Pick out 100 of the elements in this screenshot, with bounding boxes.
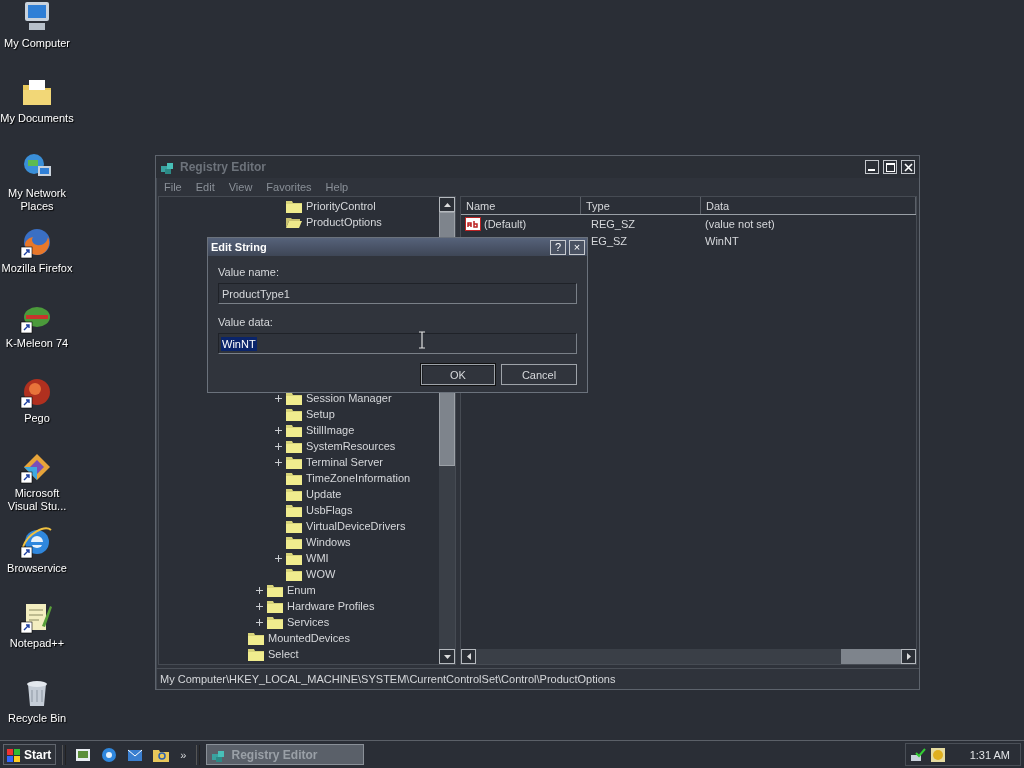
field-label: Value name: bbox=[218, 266, 280, 280]
field-value: ProductType1 bbox=[221, 286, 291, 301]
plus-icon[interactable] bbox=[275, 554, 282, 562]
folder-icon bbox=[286, 567, 302, 581]
tree-item[interactable]: PriorityControl bbox=[159, 198, 439, 214]
folder-icon bbox=[286, 551, 302, 565]
icon-label: K-Meleon 74 bbox=[5, 337, 69, 350]
folder-icon bbox=[248, 647, 264, 661]
plus-icon[interactable] bbox=[256, 602, 263, 610]
icon-label: Browservice bbox=[7, 562, 67, 575]
folder-icon bbox=[267, 599, 283, 613]
folder-icon bbox=[286, 487, 302, 501]
globe-icon[interactable] bbox=[100, 745, 119, 764]
folder-icon bbox=[286, 455, 302, 469]
icon-label: Mozilla Firefox bbox=[1, 262, 73, 275]
folder-icon bbox=[286, 535, 302, 549]
close-button[interactable] bbox=[901, 160, 915, 174]
tree-item[interactable]: Windows bbox=[159, 534, 439, 550]
clock: 1:31 AM bbox=[969, 748, 1010, 761]
dialog-title: Edit String bbox=[211, 241, 268, 253]
plus-icon[interactable] bbox=[275, 442, 282, 450]
menu-item[interactable]: Edit bbox=[195, 181, 215, 193]
right-arrow-icon bbox=[906, 653, 911, 660]
input-field[interactable]: ProductType1 bbox=[218, 283, 577, 304]
down-arrow-icon bbox=[443, 654, 451, 659]
globe-icon[interactable] bbox=[20, 525, 54, 559]
tree-item[interactable]: Select bbox=[159, 646, 439, 662]
table-cell: REG_SZ bbox=[591, 217, 635, 230]
plus-icon[interactable] bbox=[256, 618, 263, 626]
open-folder-icon bbox=[286, 215, 302, 229]
icon-label: Microsoft Visual Stu... bbox=[6, 487, 68, 513]
folder-icon bbox=[286, 519, 302, 533]
scroll-up-button[interactable] bbox=[439, 197, 455, 212]
icon-label: Recycle Bin bbox=[7, 712, 67, 725]
tree-item[interactable]: MountedDevices bbox=[159, 630, 439, 646]
folder-icon bbox=[267, 583, 283, 597]
plus-icon[interactable] bbox=[256, 586, 263, 594]
field-label: Value data: bbox=[218, 316, 274, 330]
tree-item[interactable]: Update bbox=[159, 486, 439, 502]
tree-item[interactable]: SystemResources bbox=[159, 438, 439, 454]
folder-icon bbox=[286, 471, 302, 485]
icon-label: My Network Places bbox=[6, 187, 68, 213]
more-button[interactable]: » bbox=[180, 748, 187, 761]
menu-item[interactable]: Help bbox=[325, 181, 349, 193]
dialog-button[interactable]: Cancel bbox=[501, 364, 577, 385]
folder-icon bbox=[248, 631, 264, 645]
left-arrow-icon bbox=[466, 653, 471, 660]
text-cursor-icon bbox=[418, 331, 426, 349]
folder-icon bbox=[286, 503, 302, 517]
plus-icon[interactable] bbox=[275, 458, 282, 466]
flag-icon bbox=[6, 746, 22, 763]
scroll-down-button[interactable] bbox=[439, 649, 455, 664]
input-field[interactable]: WinNT bbox=[218, 333, 577, 354]
icon-label: Pego bbox=[24, 412, 50, 425]
icon-label: My Computer bbox=[4, 37, 70, 50]
folder-icon bbox=[267, 615, 283, 629]
menu-item[interactable]: File bbox=[164, 181, 182, 193]
folder-icon bbox=[286, 199, 302, 213]
maximize-button[interactable] bbox=[883, 160, 897, 174]
tree-item[interactable]: WMI bbox=[159, 550, 439, 566]
plus-icon[interactable] bbox=[275, 426, 282, 434]
up-arrow-icon bbox=[443, 202, 451, 207]
start-button[interactable]: Start bbox=[3, 744, 57, 765]
scrollbar-thumb[interactable] bbox=[841, 649, 901, 664]
scroll-right-button[interactable] bbox=[901, 649, 916, 664]
table-cell: (value not set) bbox=[705, 217, 775, 230]
tree-item[interactable]: ProductOptions bbox=[159, 214, 439, 230]
icon-label: Notepad++ bbox=[9, 637, 65, 650]
field-value: WinNT bbox=[221, 336, 257, 351]
string-value-icon bbox=[465, 216, 481, 231]
tree-item[interactable]: Enum bbox=[159, 582, 439, 598]
folder-icon bbox=[286, 423, 302, 437]
scroll-left-button[interactable] bbox=[461, 649, 476, 664]
table-cell: WinNT bbox=[705, 234, 739, 247]
folder-icon bbox=[286, 439, 302, 453]
help-button[interactable]: ? bbox=[550, 239, 566, 255]
tree-item[interactable]: UsbFlags bbox=[159, 502, 439, 518]
tree-item[interactable]: StillImage bbox=[159, 422, 439, 438]
window-title: Registry Editor bbox=[180, 160, 267, 174]
status-text: My Computer\HKEY_LOCAL_MACHINE\SYSTEM\CurrentControlSet\Control\ProductOptions bbox=[160, 673, 616, 685]
tree-item[interactable]: TimeZoneInformation bbox=[159, 470, 439, 486]
column-header[interactable]: Type bbox=[581, 197, 701, 214]
network-tray-icon[interactable] bbox=[909, 746, 926, 763]
menu-item[interactable]: Favorites bbox=[266, 181, 312, 193]
folder-icon bbox=[286, 407, 302, 421]
icon-label: My Documents bbox=[0, 112, 74, 125]
dialog-button[interactable]: OK bbox=[421, 364, 495, 385]
column-header[interactable]: Name bbox=[461, 197, 581, 214]
coin-tray-icon[interactable] bbox=[929, 746, 946, 763]
tree-item[interactable]: Setup bbox=[159, 406, 439, 422]
tree-item[interactable]: Hardware Profiles bbox=[159, 598, 439, 614]
tree-item[interactable]: Services bbox=[159, 614, 439, 630]
tree-item[interactable]: Terminal Server bbox=[159, 454, 439, 470]
menu-item[interactable]: View bbox=[228, 181, 253, 193]
plus-icon[interactable] bbox=[275, 394, 282, 402]
tree-item[interactable]: VirtualDeviceDrivers bbox=[159, 518, 439, 534]
tree-item[interactable]: WOW bbox=[159, 566, 439, 582]
column-header[interactable]: Data bbox=[701, 197, 916, 214]
close-button[interactable]: × bbox=[569, 239, 585, 255]
minimize-button[interactable] bbox=[865, 160, 879, 174]
